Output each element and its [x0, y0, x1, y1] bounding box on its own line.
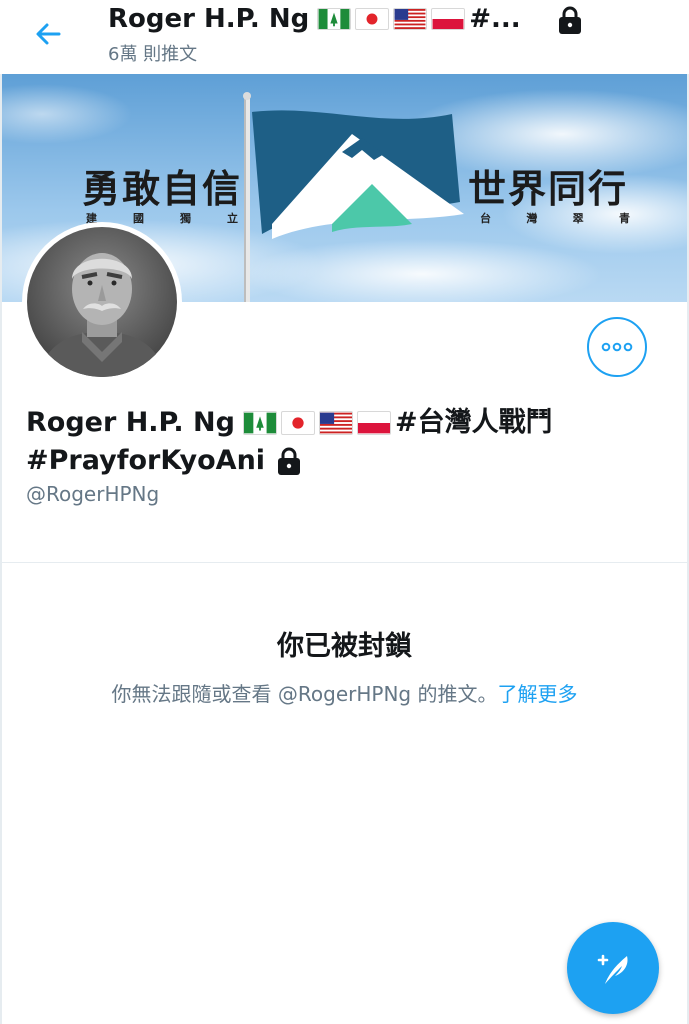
more-options-icon	[601, 342, 633, 352]
header-title: Roger H.P. Ng #...	[108, 2, 521, 36]
norfolk-island-flag	[242, 411, 277, 435]
banner-slogan-left: 勇敢自信	[82, 166, 243, 211]
blocked-description-text: 你無法跟隨或查看 @RogerHPNg 的推文。	[111, 682, 498, 706]
avatar[interactable]	[22, 222, 182, 382]
usa-flag	[318, 411, 353, 435]
banner-sub-char: 立	[227, 212, 238, 225]
compose-tweet-button[interactable]	[567, 922, 659, 1014]
compose-tweet-icon	[597, 954, 628, 984]
blocked-title: 你已被封鎖	[277, 631, 412, 662]
poland-flag	[356, 411, 391, 435]
protected-lock	[554, 4, 586, 36]
profile-name-hashtag: #PrayforKyoAni	[26, 445, 266, 476]
japan-flag	[355, 8, 390, 30]
banner-sub-char: 青	[618, 212, 630, 225]
arrow-left-icon	[36, 23, 61, 45]
profile-name-line-2: #PrayforKyoAni	[26, 442, 666, 480]
banner-sub-char: 灣	[526, 212, 538, 225]
blocked-description: 你無法跟隨或查看 @RogerHPNg 的推文。了解更多	[0, 678, 689, 707]
japan-flag	[280, 411, 315, 435]
profile-name-text: Roger H.P. Ng	[26, 407, 235, 438]
learn-more-link[interactable]: 了解更多	[497, 682, 577, 706]
divider	[2, 562, 687, 563]
banner-sub-char: 國	[133, 212, 144, 225]
banner-sub-right: 台 灣 翠 青	[480, 210, 630, 226]
lock-icon	[559, 6, 581, 34]
profile-name-line-1: Roger H.P. Ng #台灣人戰鬥	[26, 404, 666, 442]
header-title-suffix: #...	[469, 4, 521, 34]
protected-lock-inline	[273, 445, 305, 477]
tweet-count: 6萬 則推文	[108, 44, 198, 65]
norfolk-island-flag	[317, 8, 352, 30]
top-bar: Roger H.P. Ng #... 6萬 則推文	[0, 0, 689, 74]
banner-sub-char: 翠	[572, 212, 584, 225]
profile-display-name: Roger H.P. Ng #台灣人戰鬥 #PrayforKyoAni	[26, 404, 666, 480]
banner-slogan-right: 世界同行	[468, 166, 629, 211]
profile-handle: @RogerHPNg	[26, 482, 160, 506]
avatar-photo	[27, 227, 177, 377]
banner-sub-char: 台	[480, 212, 491, 225]
profile-flags	[242, 411, 395, 435]
back-button[interactable]	[28, 14, 68, 54]
usa-flag	[393, 8, 428, 30]
header-flags	[317, 8, 469, 30]
poland-flag	[431, 8, 466, 30]
banner-sub-char: 獨	[180, 212, 191, 225]
more-options-button[interactable]	[587, 317, 647, 377]
profile-name-suffix: #台灣人戰鬥	[394, 407, 553, 438]
lock-icon	[278, 447, 301, 475]
header-name: Roger H.P. Ng	[108, 4, 310, 34]
